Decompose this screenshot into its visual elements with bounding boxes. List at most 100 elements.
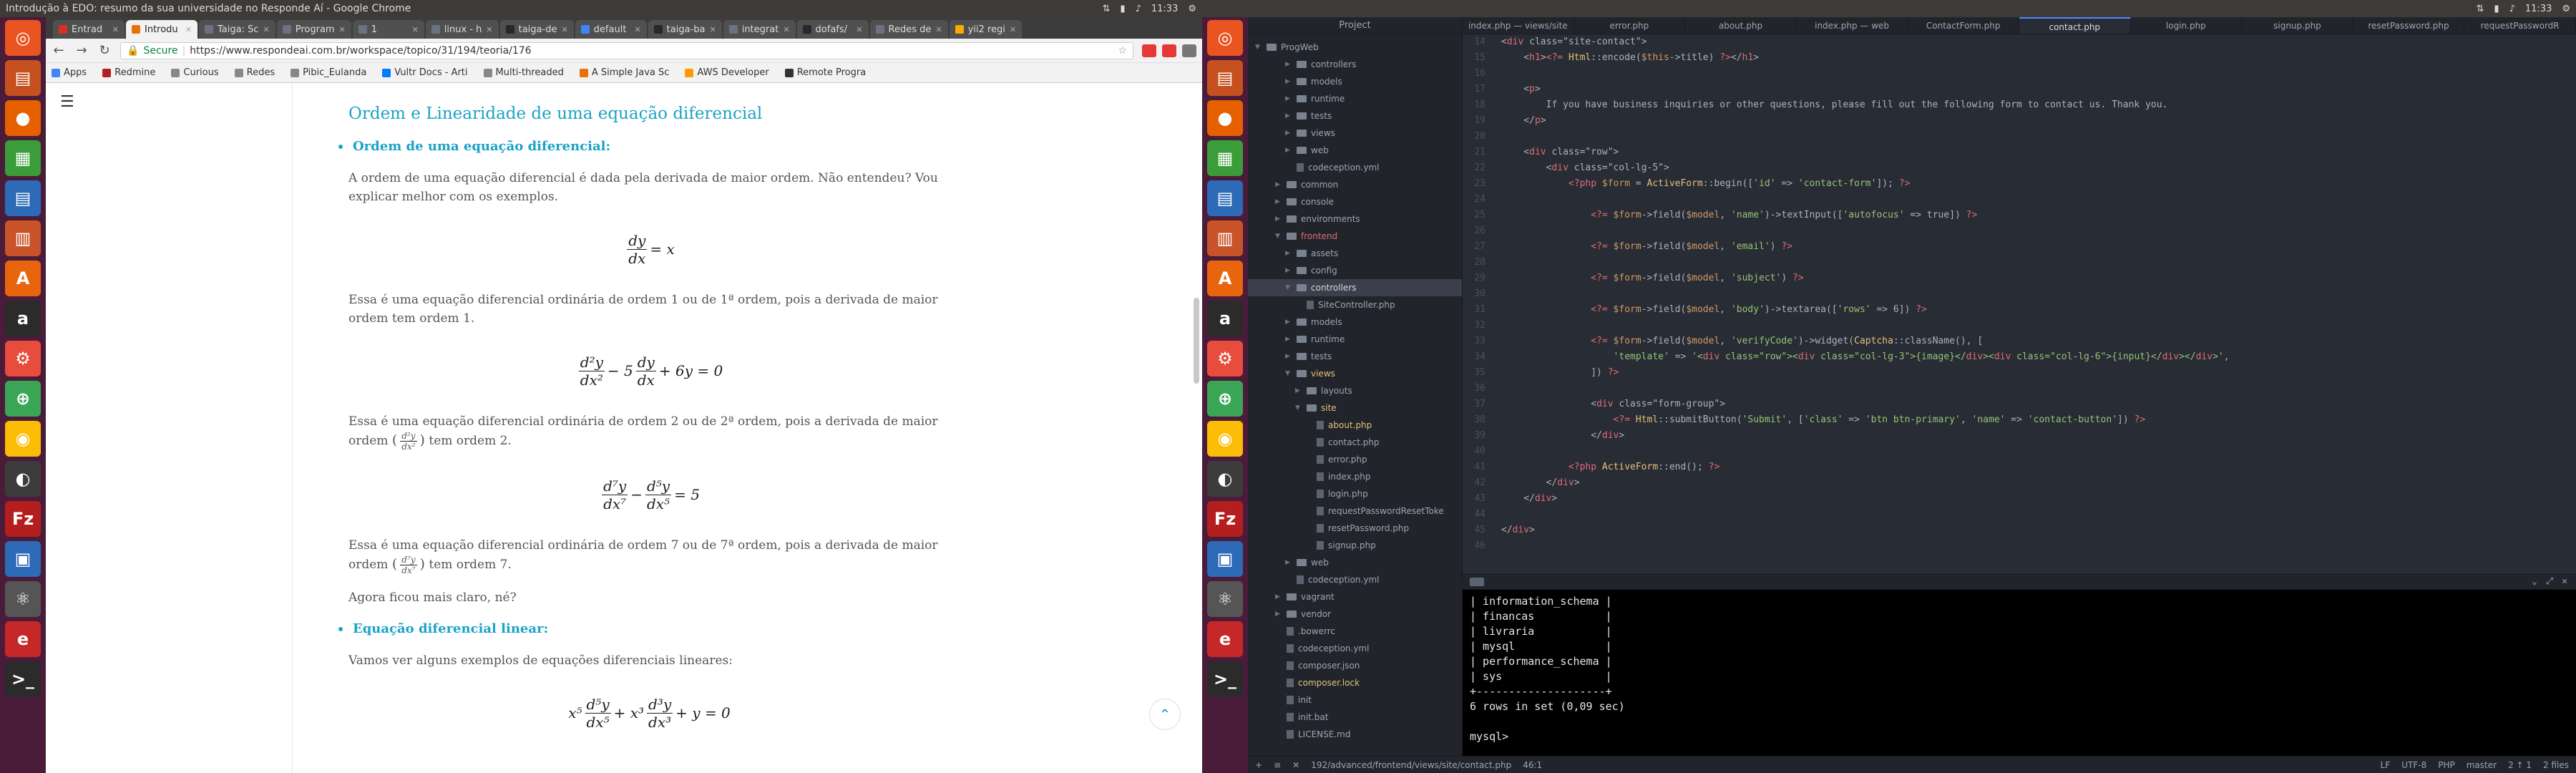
settings-gear-icon[interactable]: ⚙ — [2562, 4, 2570, 14]
browser-tab[interactable]: taiga-de ✕ — [499, 20, 574, 39]
code-line[interactable] — [1501, 286, 2576, 302]
firefox-icon[interactable]: ● — [5, 100, 41, 136]
chevron-icon[interactable]: ▶ — [1275, 181, 1282, 188]
close-tab-icon[interactable]: ✕ — [339, 25, 346, 34]
chevron-icon[interactable]: ▶ — [1285, 319, 1292, 326]
tree-folder[interactable]: ▶ models — [1248, 313, 1462, 331]
extension-icon[interactable] — [1162, 44, 1176, 57]
browser-tab[interactable]: default ✕ — [575, 20, 647, 39]
close-tab-icon[interactable]: ✕ — [561, 25, 567, 34]
ubuntu-dash-icon[interactable]: ◎ — [1207, 20, 1243, 56]
browser-tab[interactable]: taiga-ba ✕ — [648, 20, 722, 39]
forward-arrow-icon[interactable]: → — [74, 43, 89, 58]
filezilla-icon[interactable]: Fz — [5, 501, 41, 537]
close-tab-icon[interactable]: ✕ — [412, 25, 419, 34]
code-line[interactable]: <h1><?= Html::encode($this->title) ?></h… — [1501, 50, 2576, 66]
amazon-icon[interactable]: a — [1207, 301, 1243, 336]
chevron-icon[interactable]: ▶ — [1295, 387, 1302, 394]
chevron-icon[interactable]: ▶ — [1285, 336, 1292, 343]
tree-folder[interactable]: ▶ layouts — [1248, 382, 1462, 399]
bookmark[interactable]: Vultr Docs - Arti — [382, 67, 468, 78]
tree-folder[interactable]: ▶ web — [1248, 554, 1462, 571]
chevron-icon[interactable]: ▼ — [1295, 404, 1302, 412]
bookmark[interactable]: Pibic_Eulanda — [291, 67, 366, 78]
bookmark[interactable]: Remote Progra — [784, 67, 866, 78]
remote-icon[interactable]: ▣ — [5, 541, 41, 577]
browser-tab[interactable]: Entrad ✕ — [53, 20, 125, 39]
bookmark[interactable]: Redmine — [102, 67, 155, 78]
chevron-icon[interactable]: ▼ — [1285, 284, 1292, 291]
settings-icon[interactable]: ⚙ — [1207, 341, 1243, 376]
volume-icon[interactable]: ♪ — [2509, 4, 2515, 14]
filezilla-icon[interactable]: Fz — [1207, 501, 1243, 537]
battery-icon[interactable]: ▮ — [2494, 4, 2499, 14]
spreadsheet-icon[interactable]: ▦ — [5, 140, 41, 176]
scroll-top-icon[interactable]: ⌃ — [1149, 699, 1181, 730]
tree-folder[interactable]: ▼ views — [1248, 365, 1462, 382]
code-line[interactable] — [1501, 318, 2576, 334]
scrollbar[interactable] — [1194, 298, 1199, 384]
app-icon[interactable]: ⊕ — [1207, 381, 1243, 417]
code-line[interactable]: </div> — [1501, 475, 2576, 491]
chevron-icon[interactable]: ▶ — [1275, 593, 1282, 601]
editor-tab[interactable]: ContactForm.php — [1908, 17, 2019, 34]
browser-tab[interactable]: dofafs/ ✕ — [796, 20, 869, 39]
encoding[interactable]: UTF-8 — [2401, 760, 2426, 770]
app-icon[interactable]: ⊕ — [5, 381, 41, 417]
grammar[interactable]: PHP — [2438, 760, 2455, 770]
editor-tab[interactable]: signup.php — [2242, 17, 2353, 34]
git-info[interactable]: 2 ↑ 1 — [2508, 760, 2532, 770]
atom-icon[interactable]: ⚛ — [1207, 581, 1243, 617]
network-icon[interactable]: ⇅ — [2477, 4, 2484, 14]
tree-file[interactable]: init.bat — [1248, 709, 1462, 726]
files-icon[interactable]: ▤ — [1207, 60, 1243, 96]
tree-folder[interactable]: ▶ console — [1248, 193, 1462, 210]
code-line[interactable]: <?= $form->field($model, 'name')->textIn… — [1501, 208, 2576, 223]
code-area[interactable]: 14 15 16 17 18 19 20 21 22 23 24 25 26 27 28 29 30 31 32 33… — [1463, 34, 2576, 568]
tree-folder[interactable]: ▶ config — [1248, 262, 1462, 279]
code-line[interactable]: 'template' => '<div class="row"><div cla… — [1501, 349, 2576, 365]
maximize-icon[interactable]: ⤢ — [2546, 576, 2553, 587]
system-tray[interactable]: ⇅ ▮ ♪ 11:33 ⚙ — [1103, 4, 1196, 14]
app-dark-icon[interactable]: ◐ — [5, 461, 41, 497]
star-icon[interactable]: ☆ — [1118, 45, 1127, 57]
tree-folder[interactable]: ▶ environments — [1248, 210, 1462, 228]
chevron-icon[interactable]: ▶ — [1285, 95, 1292, 102]
code-line[interactable] — [1501, 223, 2576, 239]
tree-folder[interactable]: ▶ tests — [1248, 348, 1462, 365]
bookmark[interactable]: AWS Developer — [685, 67, 769, 78]
close-tab-icon[interactable]: ✕ — [1010, 25, 1016, 34]
tree-folder[interactable]: ▼ frontend — [1248, 228, 1462, 245]
tree-file[interactable]: composer.json — [1248, 657, 1462, 674]
tree-folder[interactable]: ▶ tests — [1248, 107, 1462, 125]
chrome-icon[interactable]: ◉ — [5, 421, 41, 457]
chevron-icon[interactable]: ▼ — [1275, 233, 1282, 240]
code-line[interactable] — [1501, 255, 2576, 271]
tree-file[interactable]: requestPasswordResetToke — [1248, 502, 1462, 520]
code-line[interactable]: <?= $form->field($model, 'subject') ?> — [1501, 271, 2576, 286]
tree-folder[interactable]: ▶ runtime — [1248, 331, 1462, 348]
code-line[interactable] — [1501, 507, 2576, 522]
code-line[interactable]: <?php ActiveForm::end(); ?> — [1501, 460, 2576, 475]
address-bar[interactable]: 🔒 Secure | https://www.respondeai.com.br… — [120, 42, 1133, 59]
tree-file[interactable]: LICENSE.md — [1248, 726, 1462, 743]
code-line[interactable] — [1501, 538, 2576, 554]
browser-tab[interactable]: Taiga: Sc ✕ — [199, 20, 275, 39]
bookmark[interactable]: A Simple Java Sc — [579, 67, 669, 78]
code-line[interactable] — [1501, 381, 2576, 397]
bookmark[interactable]: Multi-threaded — [483, 67, 564, 78]
bookmark[interactable]: Apps — [52, 67, 87, 78]
changed-files[interactable]: 2 files — [2543, 760, 2569, 770]
tree-folder[interactable]: ▶ assets — [1248, 245, 1462, 262]
add-icon[interactable]: + — [1255, 760, 1262, 770]
terminal-icon[interactable]: >_ — [5, 661, 41, 697]
editor-tab[interactable]: index.php — web — [1797, 17, 1908, 34]
firefox-icon[interactable]: ● — [1207, 100, 1243, 136]
tree-folder[interactable]: ▼ site — [1248, 399, 1462, 417]
code-line[interactable]: <div class="site-contact"> — [1501, 34, 2576, 50]
tree-file[interactable]: composer.lock — [1248, 674, 1462, 691]
tree-folder[interactable]: ▶ runtime — [1248, 90, 1462, 107]
chevron-icon[interactable]: ▼ — [1285, 370, 1292, 377]
code-line[interactable]: <?php $form = ActiveForm::begin(['id' =>… — [1501, 176, 2576, 192]
git-branch[interactable]: master — [2467, 760, 2497, 770]
